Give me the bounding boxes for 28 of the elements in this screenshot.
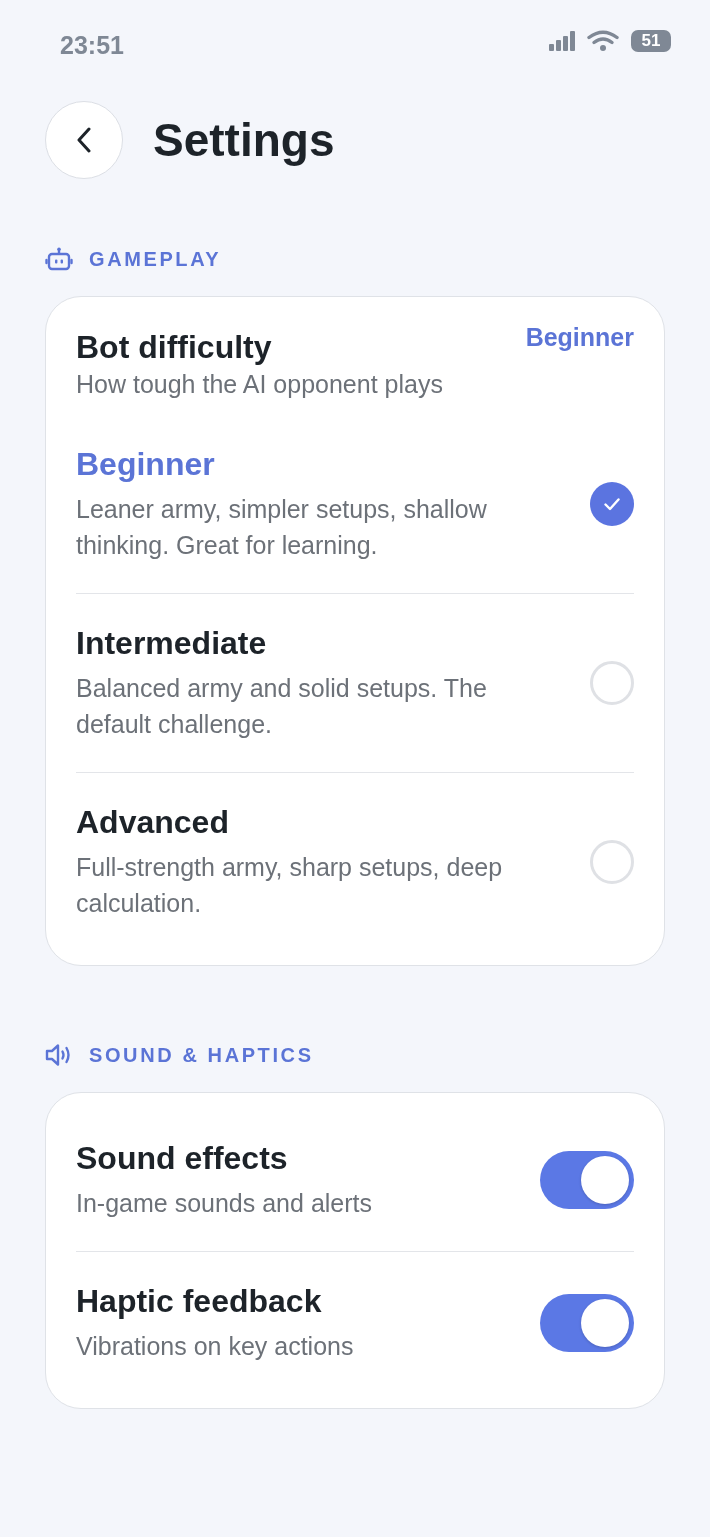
option-description: Leaner army, simpler setups, shallow thinking. Great for learning. bbox=[76, 494, 488, 561]
option-description: Balanced army and solid setups. The default challenge. bbox=[76, 673, 488, 740]
toggle-switch[interactable] bbox=[540, 1151, 634, 1209]
status-time: 23:51 bbox=[60, 30, 124, 60]
back-icon[interactable] bbox=[77, 127, 91, 153]
radio-button[interactable] bbox=[590, 661, 634, 705]
setting-title: Haptic feedback bbox=[76, 1282, 323, 1320]
speaker-icon bbox=[45, 1043, 73, 1067]
radio-button[interactable] bbox=[590, 482, 634, 526]
option-title[interactable]: Advanced bbox=[76, 803, 555, 841]
page-title: Settings bbox=[153, 113, 335, 168]
setting-description: In-game sounds and alerts bbox=[76, 1188, 373, 1219]
signal-icon bbox=[549, 31, 575, 51]
setting-title: Bot difficulty bbox=[76, 328, 272, 366]
setting-description: Vibrations on key actions bbox=[76, 1331, 355, 1362]
wifi-icon bbox=[587, 30, 619, 52]
toggle-switch[interactable] bbox=[540, 1294, 634, 1352]
battery-level: 51 bbox=[631, 30, 671, 52]
robot-icon bbox=[45, 247, 73, 271]
option-title[interactable]: Intermediate bbox=[76, 624, 555, 662]
radio-button[interactable] bbox=[590, 840, 634, 884]
section-heading: GAMEPLAY bbox=[89, 247, 222, 271]
setting-description: How tough the AI opponent plays bbox=[76, 369, 444, 400]
current-value: Beginner bbox=[525, 322, 634, 352]
option-title[interactable]: Beginner bbox=[76, 445, 555, 483]
section-heading: SOUND & HAPTICS bbox=[89, 1043, 314, 1067]
setting-title: Sound effects bbox=[76, 1139, 289, 1177]
option-description: Full-strength army, sharp setups, deep calculation. bbox=[76, 852, 504, 919]
